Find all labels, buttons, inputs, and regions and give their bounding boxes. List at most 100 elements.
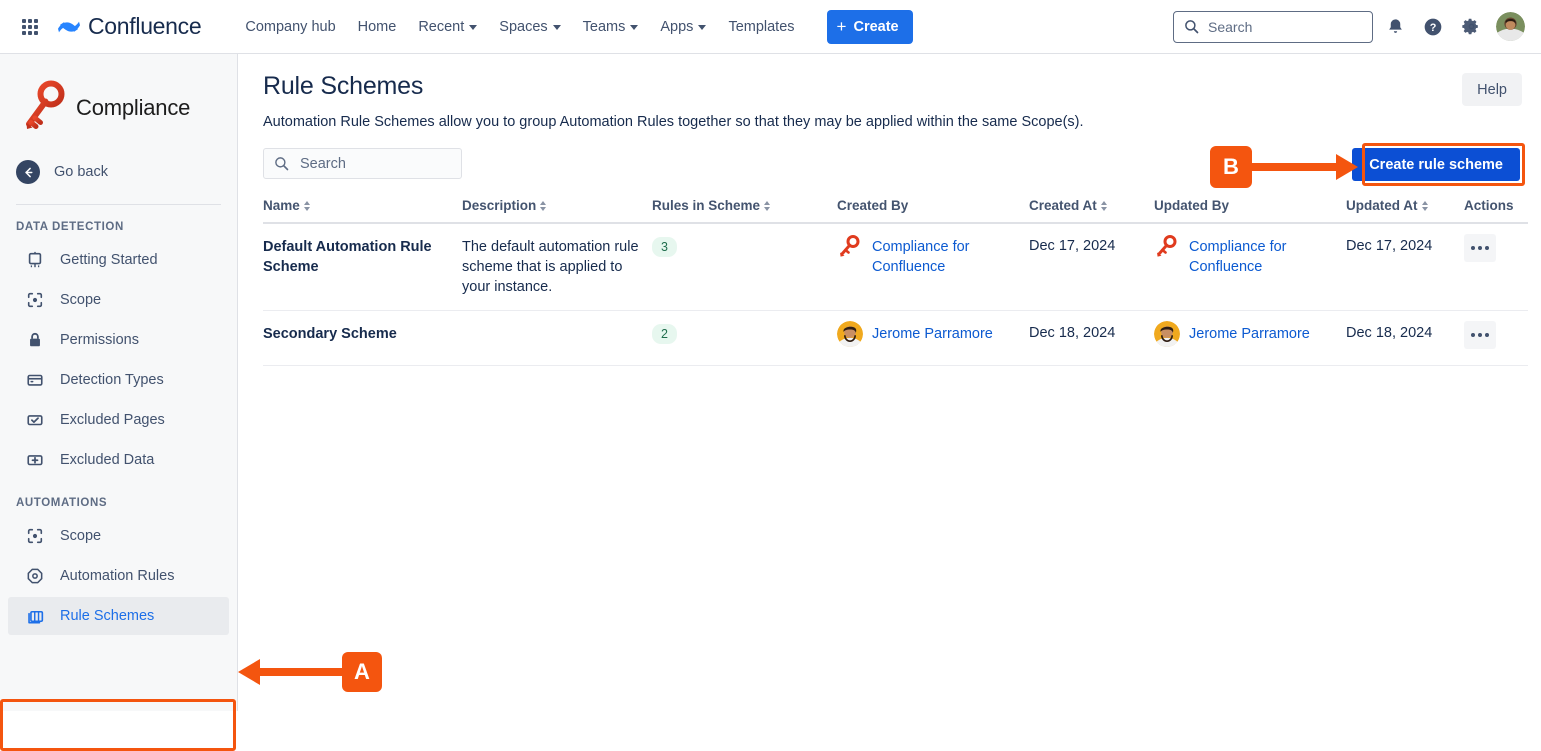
annotation-highlight-a [0,699,236,751]
create-rule-scheme-button[interactable]: Create rule scheme [1352,148,1520,181]
global-search-placeholder: Search [1208,19,1252,35]
brand-name: Confluence [88,13,201,40]
nav-link-company-hub[interactable]: Company hub [235,12,345,42]
table-row[interactable]: Default Automation Rule Scheme The defau… [263,224,1528,311]
chevron-down-icon [553,25,561,30]
column-header-description[interactable]: Description [462,198,652,213]
user-avatar[interactable] [1496,12,1525,41]
help-question-icon[interactable]: ? [1417,11,1449,43]
product-name: Compliance [76,95,190,121]
sidebar-item-rule-schemes[interactable]: Rule Schemes [8,597,229,635]
person-chip: Compliance for Confluence [837,237,1029,277]
create-button[interactable]: + Create [827,10,913,44]
created-by-link[interactable]: Jerome Parramore [872,324,993,344]
nav-link-label: Teams [583,19,626,35]
nav-link-label: Templates [728,19,794,35]
octagon-dot-icon [24,565,46,587]
help-button[interactable]: Help [1462,73,1522,106]
sidebar-item-automation-rules[interactable]: Automation Rules [8,557,229,595]
column-header-updated-at[interactable]: Updated At [1346,198,1464,213]
updated-by-link[interactable]: Compliance for Confluence [1189,237,1346,277]
table-header-row: Name Description Rules in Scheme Created… [263,198,1528,224]
sidebar-item-excluded-pages[interactable]: Excluded Pages [8,401,229,439]
column-label: Updated By [1154,198,1229,213]
annotation-arrowhead-a [238,659,260,685]
column-label: Rules in Scheme [652,198,760,213]
annotation-badge-b: B [1210,146,1252,188]
target-focus-icon [24,525,46,547]
card-icon [24,369,46,391]
rules-count-badge: 2 [652,324,677,344]
search-icon [1184,19,1199,34]
cell-name: Default Automation Rule Scheme [263,237,462,277]
table-row[interactable]: Secondary Scheme 2 Jer [263,311,1528,366]
schemes-search-placeholder: Search [300,156,346,172]
sidebar-item-scope-detection[interactable]: Scope [8,281,229,319]
annotation-badge-a: A [342,652,382,692]
sidebar-item-label: Detection Types [60,372,164,388]
cell-actions [1464,237,1528,262]
more-ellipsis-icon[interactable] [1464,321,1496,349]
target-focus-icon [24,289,46,311]
sidebar-item-detection-types[interactable]: Detection Types [8,361,229,399]
rule-schemes-table: Name Description Rules in Scheme Created… [263,198,1528,366]
sidebar-item-permissions[interactable]: Permissions [8,321,229,359]
sidebar-item-label: Permissions [60,332,139,348]
avatar [1154,321,1180,347]
schemes-search-input[interactable]: Search [263,148,462,179]
nav-link-recent[interactable]: Recent [408,12,487,42]
app-switcher-icon[interactable] [16,13,44,41]
cell-created-at: Dec 17, 2024 [1029,237,1154,254]
rules-count-badge: 3 [652,237,677,257]
columns-stack-icon [24,605,46,627]
column-label: Actions [1464,198,1514,213]
sidebar-item-getting-started[interactable]: Getting Started [8,241,229,279]
confluence-logo-icon [56,14,82,40]
created-by-link[interactable]: Compliance for Confluence [872,237,1029,277]
main-content: Rule Schemes Help Automation Rule Scheme… [238,54,1541,711]
annotation-line-b [1250,163,1342,171]
sidebar-item-excluded-data[interactable]: Excluded Data [8,441,229,479]
sidebar-item-label: Excluded Pages [60,412,165,428]
column-header-actions: Actions [1464,198,1528,213]
cell-created-by: Compliance for Confluence [837,237,1029,277]
column-header-rules-in-scheme[interactable]: Rules in Scheme [652,198,837,213]
nav-link-apps[interactable]: Apps [650,12,716,42]
left-sidebar: Compliance Go back DATA DETECTION Gettin… [0,54,238,711]
notifications-bell-icon[interactable] [1379,11,1411,43]
page-title: Rule Schemes [263,72,423,101]
sort-arrows-icon [1101,201,1107,211]
sort-arrows-icon [540,201,546,211]
column-header-name[interactable]: Name [263,198,462,213]
updated-by-link[interactable]: Jerome Parramore [1189,324,1310,344]
product-logo-row: Compliance [0,54,237,136]
create-button-label: Create [853,19,898,35]
more-ellipsis-icon[interactable] [1464,234,1496,262]
nav-link-spaces[interactable]: Spaces [489,12,570,42]
avatar [837,321,863,347]
arrow-left-icon [16,160,40,184]
nav-link-label: Apps [660,19,693,35]
cell-name: Secondary Scheme [263,324,462,344]
annotation-arrowhead-b [1336,154,1358,180]
settings-gear-icon[interactable] [1455,11,1487,43]
key-icon [837,233,863,259]
sidebar-item-label: Getting Started [60,252,158,268]
global-search-input[interactable]: Search [1173,11,1373,43]
cell-updated-at: Dec 18, 2024 [1346,324,1464,341]
sidebar-item-label: Rule Schemes [60,608,154,624]
nav-link-home[interactable]: Home [348,12,407,42]
column-header-updated-by: Updated By [1154,198,1346,213]
column-header-created-at[interactable]: Created At [1029,198,1154,213]
sidebar-item-scope-automations[interactable]: Scope [8,517,229,555]
nav-link-teams[interactable]: Teams [573,12,649,42]
sort-arrows-icon [1422,201,1428,211]
nav-link-templates[interactable]: Templates [718,12,804,42]
confluence-brand-logo[interactable]: Confluence [56,13,201,40]
go-back-button[interactable]: Go back [0,154,237,190]
person-chip: Compliance for Confluence [1154,237,1346,277]
easel-icon [24,249,46,271]
top-navigation-bar: Confluence Company hub Home Recent Space… [0,0,1541,54]
sidebar-section-data-detection-title: DATA DETECTION [0,205,237,239]
person-chip: Jerome Parramore [837,324,1029,347]
